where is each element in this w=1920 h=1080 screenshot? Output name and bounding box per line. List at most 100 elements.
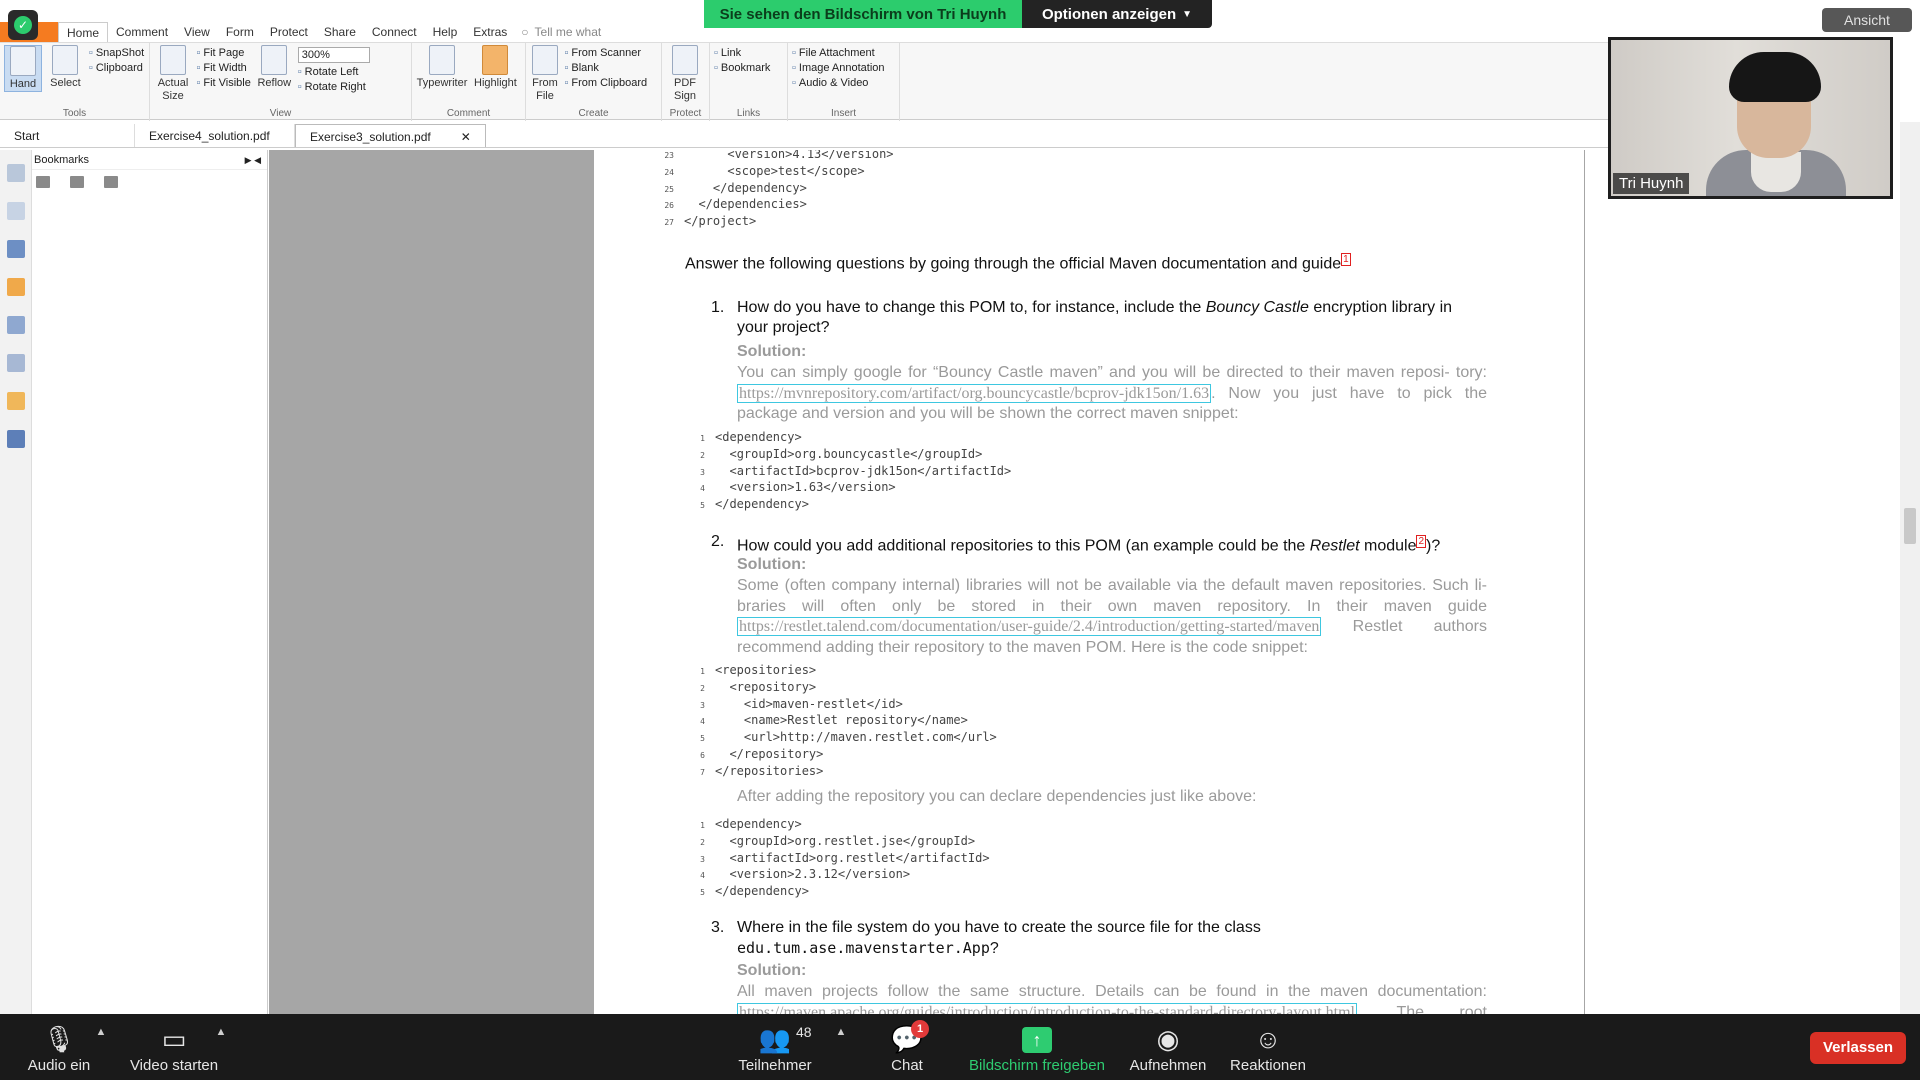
video-options-caret[interactable]: ▲ — [214, 1014, 228, 1080]
code-text: </project> — [684, 214, 757, 229]
code-text: <version>4.13</version> — [684, 150, 894, 161]
from-scanner-button[interactable]: From Scanner — [564, 47, 647, 59]
view-button[interactable]: Ansicht — [1822, 8, 1912, 32]
smiley-icon: ☺ — [1254, 1024, 1282, 1054]
reflow-button[interactable]: Reflow — [255, 45, 293, 90]
tab-help[interactable]: Help — [425, 22, 466, 42]
participants-options-caret[interactable]: ▲ — [834, 1014, 848, 1080]
solution-1-link[interactable]: https://mvnrepository.com/artifact/org.b… — [737, 383, 1212, 403]
blank-button[interactable]: Blank — [564, 62, 647, 74]
zoom-level-input[interactable]: 300% — [297, 47, 370, 63]
code-block-2: 1 <repositories> 2 <repository> 3 <id>maven… — [691, 663, 997, 781]
tab-comment[interactable]: Comment — [108, 22, 176, 42]
fit-visible-button[interactable]: Fit Visible — [196, 77, 250, 89]
security-shield-icon[interactable]: ✓ — [8, 10, 38, 40]
sharing-status-text: Sie sehen den Bildschirm von Tri Huynh — [704, 0, 1022, 28]
pdf-page: 23 <version>4.13</version> 24 <scope>test… — [594, 150, 1584, 1014]
fit-page-button[interactable]: Fit Page — [196, 47, 250, 59]
code-block-3: 1 <dependency> 2 <groupId>org.restlet.jse<… — [691, 817, 989, 901]
insert-column: File Attachment Image Annotation Audio &… — [792, 47, 885, 89]
layers-panel-icon[interactable] — [7, 240, 25, 258]
scrollbar-thumb[interactable] — [1904, 508, 1916, 544]
attachments-panel-icon[interactable] — [7, 316, 25, 334]
close-icon[interactable]: ✕ — [461, 125, 471, 147]
tab-protect[interactable]: Protect — [262, 22, 316, 42]
from-clipboard-button[interactable]: From Clipboard — [564, 77, 647, 89]
link-button[interactable]: Link — [714, 47, 770, 59]
typewriter-button[interactable]: Typewriter — [416, 45, 468, 90]
rotate-left-button[interactable]: Rotate Left — [298, 66, 370, 78]
solution-1-part-a: You can simply google for “Bouncy Castle… — [737, 364, 1487, 381]
collapse-panel-icon[interactable]: ▶ ◀ — [245, 150, 261, 169]
solution-3-link[interactable]: https://maven.apache.org/guides/introduc… — [737, 1002, 1357, 1014]
code-text: </dependency> — [684, 180, 807, 195]
pdf-canvas[interactable]: 23 <version>4.13</version> 24 <scope>test… — [269, 150, 1585, 1014]
question-2-italic: Restlet — [1309, 537, 1360, 555]
question-3-part-b: ? — [989, 940, 999, 957]
vertical-scrollbar[interactable] — [1900, 122, 1920, 1014]
code-line: 23 <version>4.13</version> — [660, 150, 894, 164]
audio-video-button[interactable]: Audio & Video — [792, 77, 885, 89]
tab-extras[interactable]: Extras — [465, 22, 515, 42]
reactions-button[interactable]: ☺ Reaktionen — [1226, 1014, 1310, 1080]
fit-width-button[interactable]: Fit Width — [196, 62, 250, 74]
add-bookmark-icon[interactable] — [70, 176, 84, 188]
line-number: 5 — [700, 734, 705, 744]
solution-2-link[interactable]: https://restlet.talend.com/documentation… — [737, 617, 1322, 636]
image-annotation-button[interactable]: Image Annotation — [792, 62, 885, 74]
screen-share-banner: Sie sehen den Bildschirm von Tri Huynh O… — [704, 0, 1212, 28]
view-options-button[interactable]: Optionen anzeigen ▼ — [1022, 0, 1212, 28]
footnote-link[interactable]: 1 — [1341, 253, 1351, 266]
footnote-2-link[interactable]: 2 — [1416, 535, 1427, 548]
delete-bookmark-icon[interactable] — [104, 176, 118, 188]
bookmarks-panel-icon[interactable] — [7, 164, 25, 182]
redact-panel-icon[interactable] — [7, 430, 25, 448]
audio-options-caret[interactable]: ▲ — [94, 1014, 108, 1080]
tab-exercise3-label: Exercise3_solution.pdf — [310, 130, 431, 144]
participant-video-tile[interactable]: Tri Huynh — [1608, 37, 1893, 199]
record-button[interactable]: ◉ Aufnehmen — [1126, 1014, 1210, 1080]
solution-3-text: All maven projects follow the same struc… — [737, 982, 1487, 1014]
chevron-up-icon: ▲ — [95, 1026, 107, 1038]
signature-panel-icon[interactable] — [7, 354, 25, 372]
code-text: <id>maven-restlet</id> — [715, 696, 903, 711]
tab-connect[interactable]: Connect — [364, 22, 425, 42]
links-group: Link Bookmark Links — [710, 43, 788, 121]
clipboard-button[interactable]: Clipboard — [89, 62, 144, 74]
comments-panel-icon[interactable] — [7, 278, 25, 296]
line-number: 5 — [700, 888, 705, 898]
hand-tool-button[interactable]: Hand — [4, 45, 42, 92]
pdf-sign-button[interactable]: PDF Sign — [666, 45, 704, 103]
line-number: 27 — [664, 218, 674, 228]
snapshot-button[interactable]: SnapShot — [89, 47, 144, 59]
from-file-button[interactable]: From File — [530, 45, 560, 103]
bookmark-button[interactable]: Bookmark — [714, 62, 771, 74]
expand-bookmark-icon[interactable] — [36, 176, 50, 188]
pages-panel-icon[interactable] — [7, 202, 25, 220]
tab-start[interactable]: Start — [0, 124, 135, 147]
actual-size-button[interactable]: Actual Size — [154, 45, 192, 103]
line-number: 4 — [700, 871, 705, 881]
file-attachment-button[interactable]: File Attachment — [792, 47, 885, 59]
tab-home[interactable]: Home — [58, 22, 109, 42]
solution-2-after-text: After adding the repository you can decl… — [737, 788, 1257, 805]
tab-exercise3[interactable]: Exercise3_solution.pdf ✕ — [295, 124, 486, 147]
line-number: 2 — [700, 450, 705, 460]
tell-me-input[interactable]: Tell me what — [535, 25, 602, 39]
tab-exercise4[interactable]: Exercise4_solution.pdf — [135, 124, 295, 147]
question-3-text: Where in the file system do you have to … — [737, 918, 1487, 959]
leave-meeting-button[interactable]: Verlassen — [1810, 1032, 1906, 1064]
highlight-button[interactable]: Highlight — [472, 45, 518, 90]
audio-button[interactable]: 🎙 Audio ein — [24, 1014, 94, 1080]
tab-share[interactable]: Share — [316, 22, 364, 42]
rotate-right-button[interactable]: Rotate Right — [298, 81, 370, 93]
lock-icon[interactable] — [7, 392, 25, 410]
code-text: <repositories> — [715, 663, 817, 677]
share-screen-button[interactable]: ↑ Bildschirm freigeben — [966, 1014, 1108, 1080]
code-text: </dependencies> — [684, 197, 807, 212]
video-button[interactable]: ▭ Video starten — [126, 1014, 222, 1080]
navigation-rail — [0, 150, 32, 1014]
tab-view[interactable]: View — [176, 22, 218, 42]
tab-form[interactable]: Form — [218, 22, 262, 42]
select-tool-button[interactable]: Select — [46, 45, 84, 90]
